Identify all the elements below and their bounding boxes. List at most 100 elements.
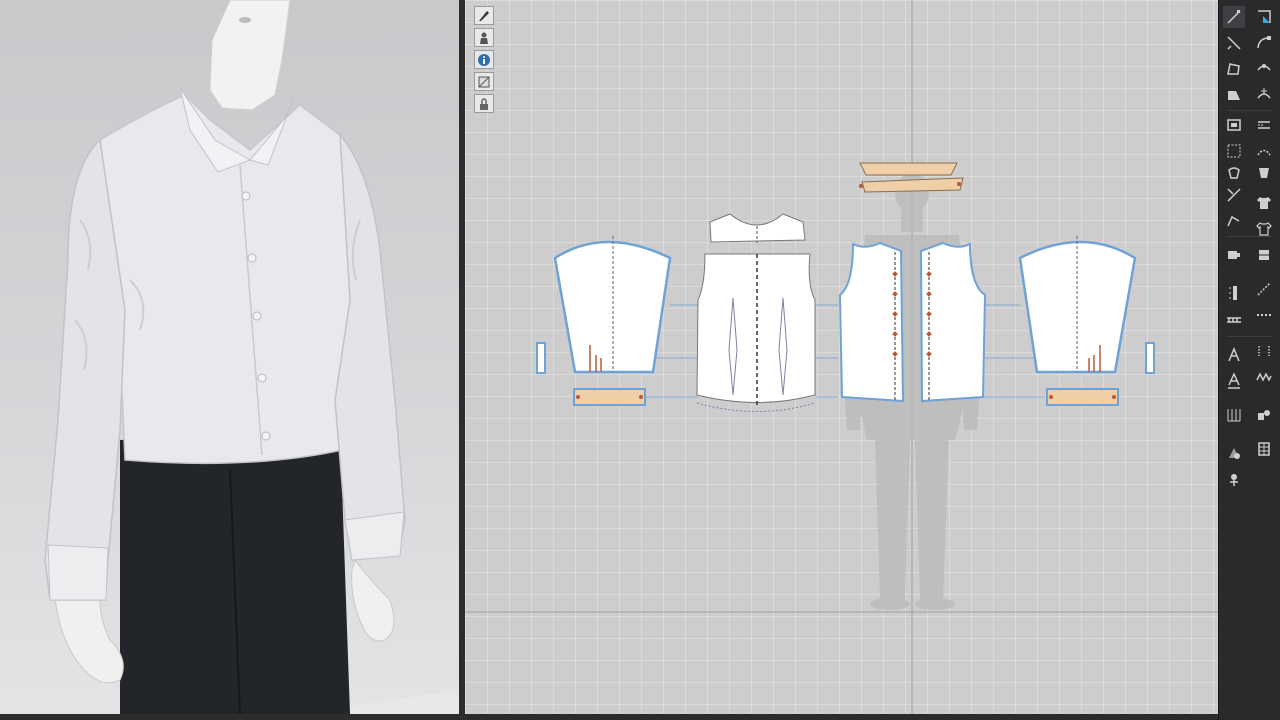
ruler-icon <box>1227 317 1241 323</box>
pattern-collar[interactable] <box>859 162 958 176</box>
2d-pattern-window[interactable] <box>465 0 1218 714</box>
shirt-button[interactable] <box>1253 192 1275 214</box>
polygon-icon <box>1227 63 1240 75</box>
add-point-button[interactable] <box>1253 84 1275 106</box>
select-tool-button[interactable] <box>474 6 494 25</box>
pattern-canvas[interactable] <box>465 0 1218 714</box>
shirt-button <box>241 191 251 201</box>
internal-polygon-icon <box>1227 119 1241 131</box>
curve-point-icon <box>1257 64 1271 71</box>
texture-icon <box>478 76 490 87</box>
zigzag-button[interactable] <box>1253 404 1275 426</box>
dart-button[interactable] <box>1223 140 1245 162</box>
pattern-front-left[interactable] <box>838 241 905 403</box>
lock-button[interactable] <box>474 94 494 113</box>
lock-icon <box>480 97 488 110</box>
stitch-icon <box>1256 372 1272 382</box>
shirt-sleeve-right <box>334 132 406 561</box>
pin-button[interactable] <box>1223 468 1245 490</box>
curve-button[interactable] <box>1253 32 1275 54</box>
seam-icon <box>1257 149 1271 156</box>
offset-button[interactable] <box>1253 114 1275 136</box>
avatar-display-button[interactable] <box>474 28 494 47</box>
rectangle-button[interactable] <box>1223 84 1245 106</box>
text-button[interactable] <box>1223 344 1245 366</box>
text-icon <box>1228 347 1240 362</box>
pattern-collar-stand[interactable] <box>861 177 964 193</box>
avatar-hand-left <box>54 597 124 684</box>
shirt-button <box>261 431 271 441</box>
fold-arrange-button[interactable] <box>1253 244 1275 266</box>
scissors-button[interactable] <box>1223 244 1245 266</box>
point-button[interactable] <box>1253 6 1275 28</box>
shirt-fit-button[interactable] <box>1253 218 1275 240</box>
segment-icon <box>1227 215 1240 227</box>
select-icon <box>479 10 489 21</box>
topstitch-button[interactable] <box>1253 278 1275 300</box>
trace-button[interactable] <box>1223 162 1245 184</box>
edit-pattern-button[interactable] <box>1223 6 1245 28</box>
pattern-tools-toolbar <box>1218 0 1280 720</box>
avatar-head <box>209 0 291 111</box>
fold-icon <box>1229 448 1240 459</box>
zigzag-icon <box>1258 410 1270 420</box>
fold-button[interactable] <box>1223 442 1245 464</box>
toolbar-separator <box>1227 110 1273 111</box>
pleat-icon <box>1259 168 1269 178</box>
curve-icon <box>1257 36 1271 49</box>
pattern-placket-left[interactable] <box>536 342 546 374</box>
add-point-icon <box>1257 88 1271 99</box>
annotation-icon <box>1228 372 1240 389</box>
ruler-button[interactable] <box>1223 308 1245 330</box>
width-icon <box>1258 346 1270 356</box>
annotation-button[interactable] <box>1223 370 1245 392</box>
avatar-display-icon <box>480 32 488 44</box>
grid-button[interactable] <box>1223 404 1245 426</box>
stitch-button[interactable] <box>1253 366 1275 388</box>
shirt-button <box>257 373 267 383</box>
texture-button[interactable] <box>474 72 494 91</box>
transform-icon <box>1227 36 1241 50</box>
pattern-window-toolbar <box>474 6 496 113</box>
pin-icon <box>1230 474 1238 486</box>
edit-pattern-icon <box>1227 10 1241 24</box>
seam-button[interactable] <box>1253 140 1275 162</box>
fold-arrange-icon <box>1259 250 1269 260</box>
shirt-cuff-left <box>47 544 109 601</box>
grid-icon <box>1227 409 1241 422</box>
3d-viewport[interactable] <box>0 0 459 714</box>
width-button[interactable] <box>1253 340 1275 362</box>
dart-icon <box>1227 144 1241 158</box>
point-icon <box>1258 10 1271 23</box>
pattern-cuff-left[interactable] <box>573 388 646 406</box>
topstitch-icon <box>1257 282 1271 296</box>
cut-icon <box>1227 188 1241 202</box>
pattern-back[interactable] <box>696 253 816 403</box>
pattern-front-right[interactable] <box>919 241 987 403</box>
toolbar-separator <box>1227 336 1273 337</box>
transform-button[interactable] <box>1223 32 1245 54</box>
pleat-button[interactable] <box>1253 162 1275 184</box>
shirt-button <box>247 253 257 263</box>
trace-icon <box>1228 167 1240 179</box>
cut-button[interactable] <box>1223 184 1245 206</box>
bind-button[interactable] <box>1253 438 1275 460</box>
polygon-button[interactable] <box>1223 58 1245 80</box>
shirt-button <box>252 311 262 321</box>
measure-button[interactable] <box>1223 282 1245 304</box>
avatar-hand-right <box>351 558 395 642</box>
pattern-placket-right[interactable] <box>1145 342 1155 374</box>
info-button[interactable] <box>474 50 494 69</box>
segment-button[interactable] <box>1223 210 1245 232</box>
pattern-cuff-right[interactable] <box>1046 388 1119 406</box>
offset-icon <box>1258 121 1270 129</box>
bottom-strip <box>0 714 465 720</box>
shirt-cuff-right <box>344 511 405 561</box>
bind-icon <box>1258 442 1270 456</box>
line-button[interactable] <box>1253 304 1275 326</box>
curve-point-button[interactable] <box>1253 58 1275 80</box>
avatar-render <box>44 0 459 714</box>
shirt-fit-icon <box>1256 222 1272 236</box>
rectangle-icon <box>1228 91 1240 100</box>
internal-polygon-button[interactable] <box>1223 114 1245 136</box>
